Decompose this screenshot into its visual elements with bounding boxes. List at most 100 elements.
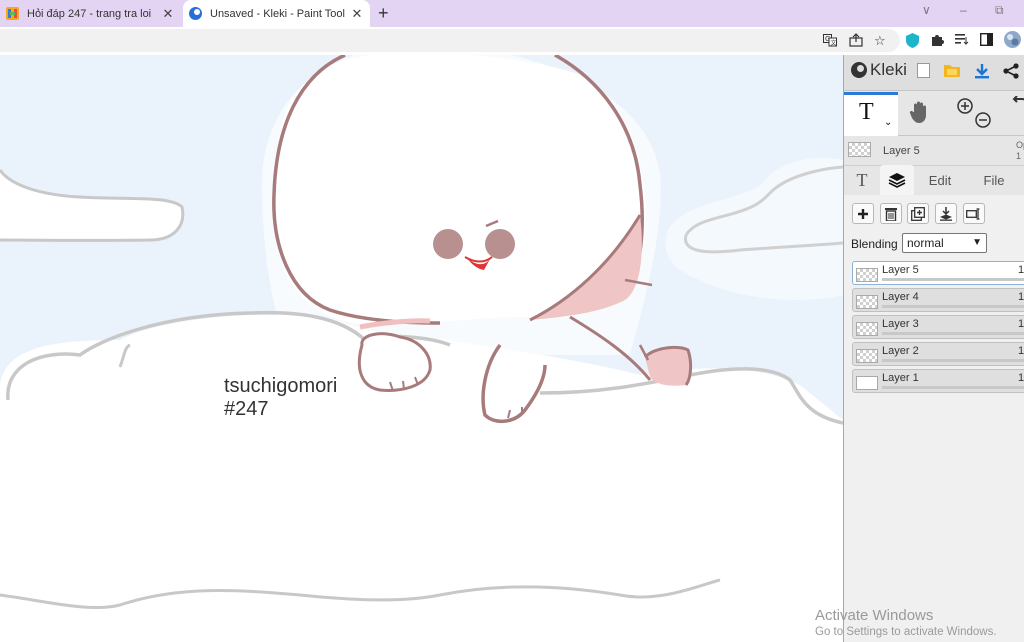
merge-down-button[interactable] <box>935 203 957 224</box>
restore-icon[interactable]: ⧉ <box>995 3 1004 18</box>
blending-mode-value: normal <box>907 236 944 250</box>
layer-opacity: 10 <box>1018 345 1024 357</box>
tab-search-icon[interactable]: ∨ <box>922 3 931 17</box>
puzzle-icon[interactable] <box>930 33 944 51</box>
blending-mode-select[interactable]: normal ▼ <box>902 233 987 253</box>
layer-row-5[interactable]: Layer 5 10 <box>852 261 1024 285</box>
browser-tab-kleki[interactable]: Unsaved - Kleki - Paint Tool ✕ <box>183 0 370 27</box>
new-image-icon[interactable] <box>917 63 930 83</box>
zoom-icon[interactable] <box>957 98 993 134</box>
current-layer-thumbnail <box>848 142 871 157</box>
layer-opacity: 10 <box>1018 264 1024 276</box>
kleki-side-panel: Kleki T ⌄ Layer 5 Op <box>843 55 1024 642</box>
tab-text-settings[interactable]: T <box>847 165 877 195</box>
windows-activation-watermark: Activate Windows Go to Settings to activ… <box>815 607 997 639</box>
layer-opacity: 10 <box>1018 291 1024 303</box>
layer-opacity: 10 <box>1018 372 1024 384</box>
rename-layer-icon <box>966 208 980 220</box>
panel-header: Kleki <box>844 55 1024 91</box>
browser-tab-strip: Hỏi đáp 247 - trang tra loi ✕ Unsaved - … <box>0 0 1024 27</box>
profile-icon[interactable] <box>1004 31 1021 52</box>
layer-name: Layer 1 <box>882 372 919 384</box>
address-bar[interactable] <box>0 29 900 52</box>
reading-list-icon[interactable] <box>955 33 969 49</box>
layer-thumbnail <box>856 322 878 336</box>
kleki-logo-icon <box>851 62 867 78</box>
current-layer-opacity: Op 1 <box>1016 140 1024 162</box>
close-tab-icon[interactable]: ✕ <box>348 6 366 22</box>
rename-layer-button[interactable] <box>963 203 985 224</box>
duplicate-layer-button[interactable] <box>907 203 929 224</box>
share-icon[interactable] <box>1003 63 1019 84</box>
kleki-logo[interactable]: Kleki <box>851 60 907 80</box>
layer-opacity-slider[interactable] <box>882 359 1024 362</box>
extension-shield-icon[interactable] <box>906 33 919 52</box>
layer-row-2[interactable]: Layer 2 10 <box>852 342 1024 366</box>
translate-icon[interactable]: G文 <box>823 33 837 51</box>
tab-title: Unsaved - Kleki - Paint Tool <box>210 7 345 20</box>
duplicate-layer-icon <box>911 207 925 221</box>
chevron-down-icon[interactable]: ⌄ <box>884 117 892 128</box>
merge-down-icon <box>940 207 952 221</box>
app-name: Kleki <box>870 60 907 79</box>
browser-tab-hoidap[interactable]: Hỏi đáp 247 - trang tra loi ✕ <box>0 0 181 27</box>
layer-thumbnail <box>856 376 878 390</box>
tool-row: T ⌄ <box>844 92 1024 136</box>
download-icon[interactable] <box>974 63 990 84</box>
canvas-text-line1: tsuchigomori <box>224 375 338 397</box>
layer-thumbnail <box>856 268 878 282</box>
layer-name: Layer 4 <box>882 291 919 303</box>
layer-opacity-slider[interactable] <box>882 386 1024 389</box>
layer-row-4[interactable]: Layer 4 10 <box>852 288 1024 312</box>
delete-layer-button[interactable] <box>880 203 902 224</box>
canvas-text-line2: #247 <box>224 398 269 420</box>
current-layer-indicator: Layer 5 Op 1 <box>844 137 1024 166</box>
layer-name: Layer 2 <box>882 345 919 357</box>
open-folder-icon[interactable] <box>944 63 960 82</box>
add-layer-button[interactable] <box>852 203 874 224</box>
delete-layer-icon <box>885 208 897 222</box>
sidebar-icon[interactable] <box>979 32 994 50</box>
text-tool-button[interactable]: T ⌄ <box>844 92 898 136</box>
panel-tabs: T Edit File <box>844 165 1024 195</box>
hand-tool-icon[interactable] <box>908 100 932 130</box>
undo-icon[interactable] <box>1012 95 1024 117</box>
layer-row-3[interactable]: Layer 3 10 <box>852 315 1024 339</box>
tab-edit[interactable]: Edit <box>922 165 958 195</box>
layers-pane: Blending normal ▼ Layer 5 10 Layer 4 10 … <box>844 195 1024 642</box>
canvas-text-layer: tsuchigomori #247 <box>224 375 337 421</box>
text-tool-icon: T <box>859 99 874 125</box>
canvas-artwork <box>0 55 843 642</box>
chevron-down-icon: ▼ <box>972 237 982 248</box>
kleki-favicon-icon <box>189 7 202 20</box>
close-tab-icon[interactable]: ✕ <box>159 6 177 22</box>
activation-subtitle: Go to Settings to activate Windows. <box>815 626 997 638</box>
layer-name: Layer 5 <box>882 264 919 276</box>
svg-text:文: 文 <box>831 39 837 47</box>
tab-file[interactable]: File <box>976 165 1012 195</box>
layers-icon <box>888 173 906 188</box>
layer-opacity-slider[interactable] <box>882 332 1024 335</box>
drawing-canvas[interactable]: tsuchigomori #247 <box>0 55 843 642</box>
browser-toolbar: G文 ☆ <box>0 27 1024 55</box>
new-tab-button[interactable]: + <box>378 3 389 24</box>
share-icon[interactable] <box>849 33 863 51</box>
layer-row-1[interactable]: Layer 1 10 <box>852 369 1024 393</box>
opacity-value: 1 <box>1016 151 1022 161</box>
blending-label: Blending <box>851 237 898 251</box>
layer-thumbnail <box>856 349 878 363</box>
layer-opacity: 10 <box>1018 318 1024 330</box>
current-layer-name: Layer 5 <box>883 145 920 157</box>
opacity-label: Op <box>1016 140 1024 150</box>
layer-opacity-slider[interactable] <box>882 278 1024 281</box>
activation-title: Activate Windows <box>815 607 934 624</box>
layer-opacity-slider[interactable] <box>882 305 1024 308</box>
minimize-icon[interactable]: – <box>960 3 967 17</box>
hoidap-favicon-icon <box>6 7 19 20</box>
layer-name: Layer 3 <box>882 318 919 330</box>
tab-layers[interactable] <box>880 165 914 195</box>
add-layer-icon <box>858 209 868 219</box>
tab-title: Hỏi đáp 247 - trang tra loi <box>27 7 152 20</box>
layer-thumbnail <box>856 295 878 309</box>
star-icon[interactable]: ☆ <box>874 33 886 49</box>
